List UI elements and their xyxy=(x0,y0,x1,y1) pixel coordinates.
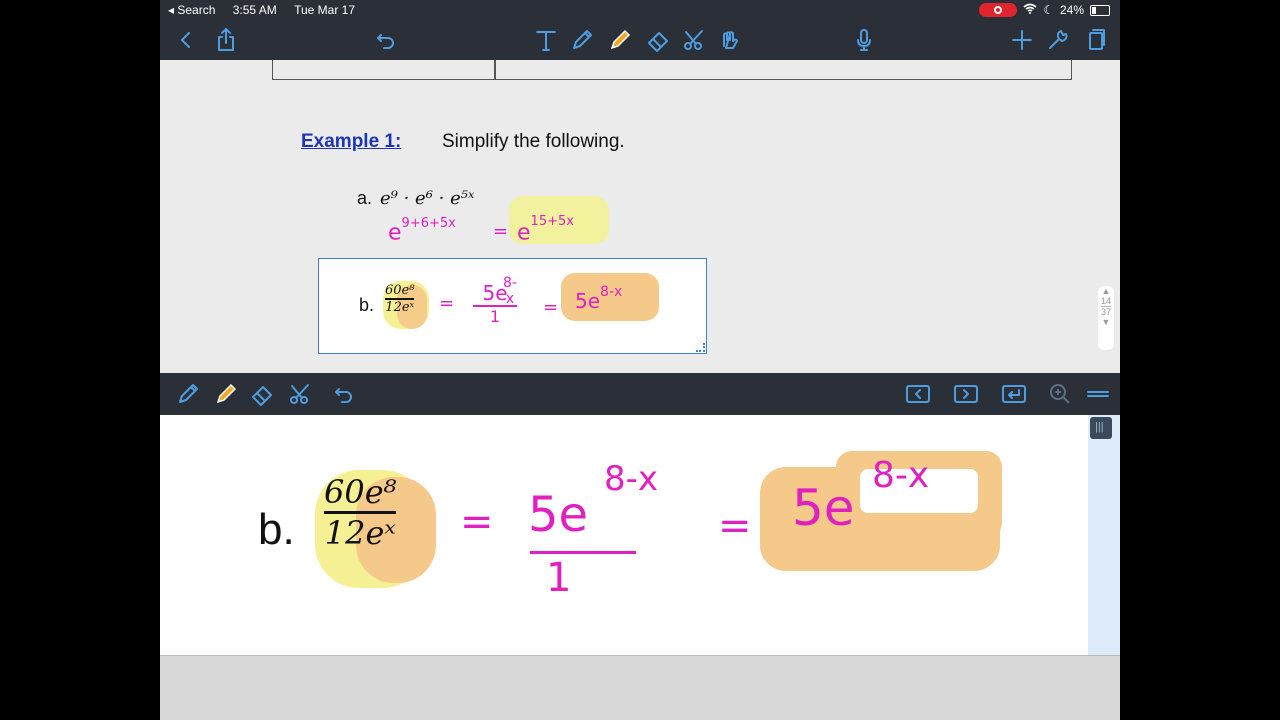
wifi-icon xyxy=(1023,3,1037,17)
item-b-zoomed: b. 60e⁸ 12eˣ = 5e 8-x 1 = 5e 8-x xyxy=(160,415,1080,655)
item-b-mid-step: 5e 8-x 1 xyxy=(469,275,521,326)
wrench-icon[interactable] xyxy=(1044,26,1072,54)
status-bar: ◂ Search 3:55 AM Tue Mar 17 ☾ 24% xyxy=(160,0,1120,20)
zoom-toolbar xyxy=(160,373,1120,415)
equals-sign: = xyxy=(460,499,494,545)
lasso-icon[interactable] xyxy=(716,26,744,54)
menu-icon[interactable] xyxy=(1084,380,1112,408)
highlight-mark xyxy=(572,215,594,229)
pen-icon[interactable] xyxy=(174,380,202,408)
example-title: Example 1: xyxy=(301,131,402,152)
share-icon[interactable] xyxy=(212,26,240,54)
plus-icon[interactable] xyxy=(1008,26,1036,54)
undo-icon[interactable] xyxy=(330,380,358,408)
microphone-icon[interactable] xyxy=(850,26,878,54)
item-b-fraction: 60e⁸ 12eˣ xyxy=(385,283,415,315)
undo-icon[interactable] xyxy=(372,26,400,54)
item-a-work: e9+6+5x xyxy=(388,216,456,246)
highlighter-icon[interactable] xyxy=(212,380,240,408)
zoom-rail[interactable] xyxy=(1088,415,1120,655)
example-instruction: Simplify the following. xyxy=(442,131,625,152)
eraser-icon[interactable] xyxy=(644,26,672,54)
item-b-answer: 5e8-x xyxy=(575,284,623,313)
scissors-icon[interactable] xyxy=(286,380,314,408)
item-b-label: b. xyxy=(258,505,295,554)
battery-percent: 24% xyxy=(1059,3,1084,17)
bottom-area xyxy=(160,655,1120,720)
text-tool-icon[interactable] xyxy=(532,26,560,54)
pen-icon[interactable] xyxy=(568,26,596,54)
scissors-icon[interactable] xyxy=(680,26,708,54)
item-b-small: b. 60e⁸ 12eˣ = 5e 8-x 1 = 5e8-x xyxy=(357,273,717,341)
arrow-left-icon[interactable] xyxy=(904,380,932,408)
resize-handle[interactable] xyxy=(696,343,705,352)
equals-sign: = xyxy=(718,503,752,549)
item-b-fraction: 60e⁸ 12eˣ xyxy=(324,473,397,552)
item-b-answer: 5e8-x xyxy=(792,455,930,537)
item-b-label: b. xyxy=(359,295,375,315)
document-page[interactable]: Example 1: Simplify the following. a. e⁹ … xyxy=(160,60,1120,373)
return-icon[interactable] xyxy=(1000,380,1028,408)
page-indicator[interactable]: ▲ 14 37 ▼ xyxy=(1098,286,1114,350)
chevron-down-icon[interactable]: ▼ xyxy=(1098,317,1114,327)
highlighter-icon[interactable] xyxy=(606,26,634,54)
pages-icon[interactable] xyxy=(1082,26,1110,54)
battery-icon xyxy=(1090,4,1110,16)
chevron-up-icon[interactable]: ▲ xyxy=(1098,286,1114,296)
ipad-screen: ◂ Search 3:55 AM Tue Mar 17 ☾ 24% Exampl… xyxy=(160,0,1120,720)
back-to-app-link[interactable]: ◂ Search xyxy=(168,3,215,17)
table-fragment xyxy=(272,60,1072,80)
zoom-grip-handle[interactable] xyxy=(1090,417,1112,439)
screen-recording-icon[interactable] xyxy=(979,3,1018,17)
item-a-equals: = xyxy=(493,221,509,242)
item-a-answer: e15+5x xyxy=(517,214,574,246)
item-a-problem: a. e⁹ · e⁶ · e⁵ˣ xyxy=(357,188,475,209)
chevron-left-icon[interactable] xyxy=(172,26,200,54)
zoom-icon[interactable] xyxy=(1046,380,1074,408)
main-toolbar xyxy=(160,20,1120,60)
zoom-writing-pane[interactable]: b. 60e⁸ 12eˣ = 5e 8-x 1 = 5e 8-x ||| xyxy=(160,415,1120,655)
status-time: 3:55 AM xyxy=(232,3,277,17)
arrow-right-icon[interactable] xyxy=(952,380,980,408)
zoom-target-box[interactable]: b. 60e⁸ 12eˣ = 5e 8-x 1 = 5e8-x xyxy=(318,258,707,354)
equals-sign: = xyxy=(543,297,559,318)
equals-sign: = xyxy=(439,293,455,314)
eraser-icon[interactable] xyxy=(248,380,276,408)
moon-icon: ☾ xyxy=(1043,3,1054,17)
status-date: Tue Mar 17 xyxy=(294,3,356,17)
